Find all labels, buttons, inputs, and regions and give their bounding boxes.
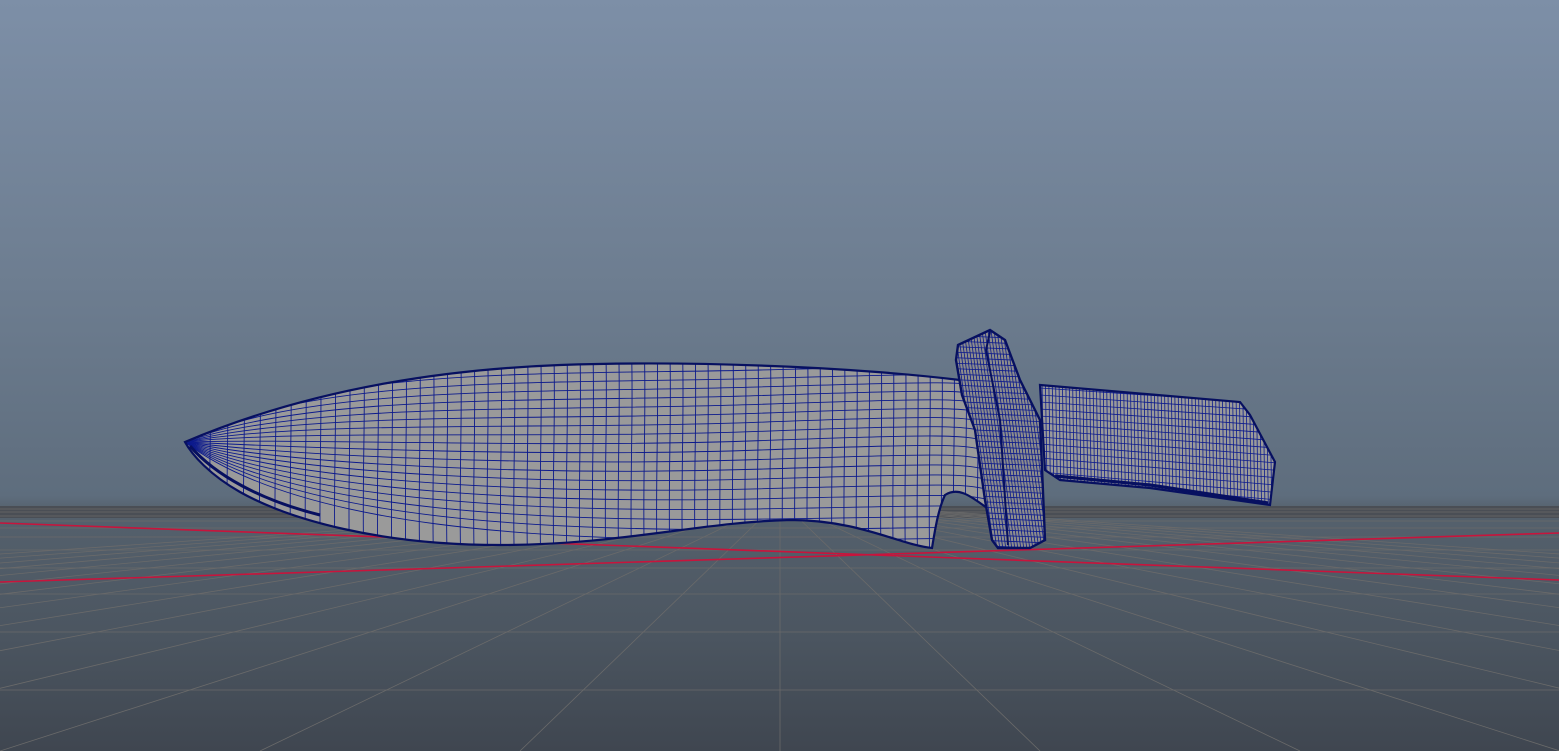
axis-line [0, 532, 1559, 583]
knife-blade[interactable] [183, 350, 995, 560]
handle-wire-line [1277, 380, 1279, 510]
blade-wire-line [188, 363, 192, 548]
grid-line [0, 507, 717, 595]
viewport-scene[interactable] [0, 0, 1559, 751]
grid-line [519, 507, 773, 751]
ground-grid [0, 506, 1559, 751]
knife-handle[interactable] [1038, 380, 1282, 510]
grid-line [795, 507, 1301, 751]
handle-wire-line [1272, 385, 1275, 505]
grid-line [0, 507, 757, 751]
guard-wire-line [956, 330, 1045, 335]
3d-viewport[interactable] [0, 0, 1559, 751]
grid-line [883, 507, 1559, 559]
axis-line [0, 522, 1559, 581]
grid-line [891, 507, 1559, 555]
handle-wire-line [1280, 380, 1282, 510]
